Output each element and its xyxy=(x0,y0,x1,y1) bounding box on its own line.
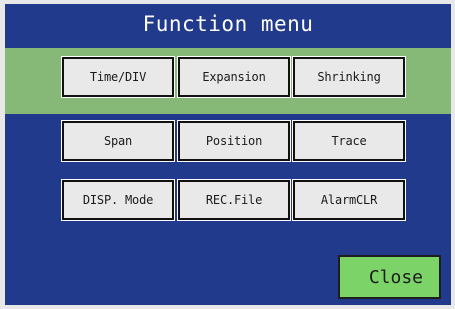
time-div-button[interactable]: Time/DIV xyxy=(61,56,175,98)
rec-file-button[interactable]: REC.File xyxy=(177,179,291,221)
alarm-clear-button[interactable]: AlarmCLR xyxy=(292,179,406,221)
position-button[interactable]: Position xyxy=(177,120,291,162)
trace-button[interactable]: Trace xyxy=(292,120,406,162)
expansion-button[interactable]: Expansion xyxy=(177,56,291,98)
shrinking-button[interactable]: Shrinking xyxy=(292,56,406,98)
span-button[interactable]: Span xyxy=(61,120,175,162)
menu-title: Function menu xyxy=(142,12,314,36)
disp-mode-button[interactable]: DISP. Mode xyxy=(61,179,175,221)
close-button[interactable]: Close xyxy=(338,255,441,299)
